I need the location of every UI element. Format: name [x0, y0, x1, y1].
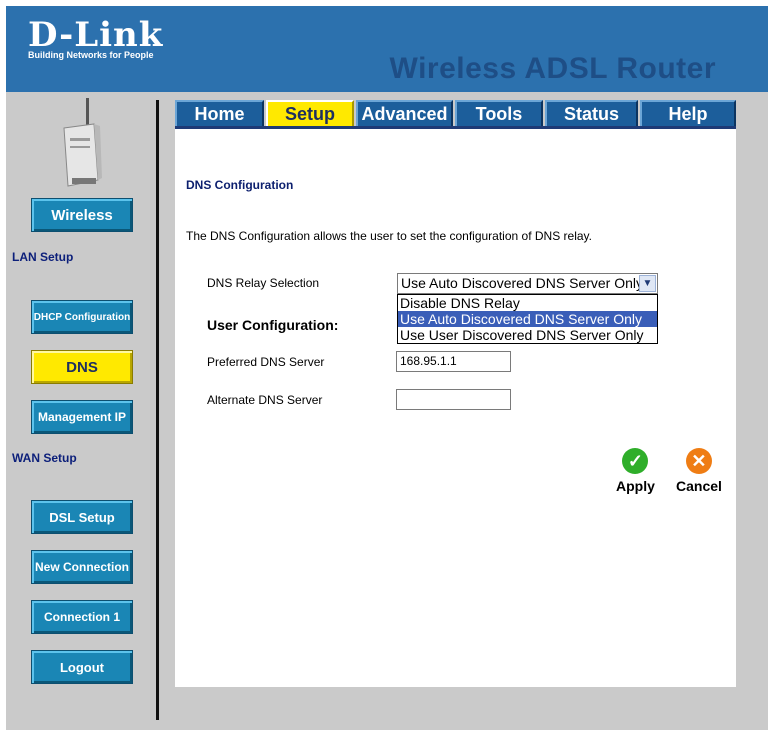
logo-tagline: Building Networks for People — [28, 50, 154, 60]
alternate-dns-label: Alternate DNS Server — [207, 393, 323, 407]
dns-relay-select[interactable]: Use Auto Discovered DNS Server Only ▼ — [397, 273, 658, 294]
sidebar-connection1-button[interactable]: Connection 1 — [31, 600, 133, 634]
sidebar-dns-button[interactable]: DNS — [31, 350, 133, 384]
lan-setup-label: LAN Setup — [12, 250, 74, 264]
dropdown-option-auto[interactable]: Use Auto Discovered DNS Server Only — [398, 311, 657, 327]
tab-setup[interactable]: Setup — [266, 100, 354, 126]
sidebar-wireless-button[interactable]: Wireless — [31, 198, 133, 232]
checkmark-icon: ✓ — [622, 448, 649, 474]
dlink-logo: D-Link Building Networks for People — [28, 18, 163, 61]
user-configuration-label: User Configuration: — [207, 317, 339, 333]
tab-help[interactable]: Help — [640, 100, 736, 126]
header-banner: D-Link Building Networks for People Wire… — [6, 6, 768, 98]
sidebar-logout-button[interactable]: Logout — [31, 650, 133, 684]
dropdown-option-user[interactable]: Use User Discovered DNS Server Only — [398, 327, 657, 343]
preferred-dns-input[interactable]: 168.95.1.1 — [396, 351, 511, 372]
top-tabs: Home Setup Advanced Tools Status Help — [175, 100, 736, 128]
logo-text: D-Link — [28, 15, 164, 55]
apply-label: Apply — [616, 478, 655, 494]
apply-button[interactable]: ✓ Apply — [616, 448, 655, 494]
chevron-down-icon[interactable]: ▼ — [639, 275, 656, 292]
tab-advanced[interactable]: Advanced — [356, 100, 453, 126]
tab-home[interactable]: Home — [175, 100, 264, 126]
dns-relay-label: DNS Relay Selection — [207, 276, 320, 290]
section-title: DNS Configuration — [186, 178, 294, 192]
dropdown-option-disable[interactable]: Disable DNS Relay — [398, 295, 657, 311]
product-title: Wireless ADSL Router — [389, 52, 716, 85]
sidebar-new-connection-button[interactable]: New Connection — [31, 550, 133, 584]
dns-relay-dropdown-list: Disable DNS Relay Use Auto Discovered DN… — [397, 294, 658, 344]
alternate-dns-input[interactable] — [396, 389, 511, 410]
sidebar-dsl-setup-button[interactable]: DSL Setup — [31, 500, 133, 534]
tab-status[interactable]: Status — [545, 100, 638, 126]
tab-tools[interactable]: Tools — [455, 100, 543, 126]
cancel-button[interactable]: ✕ Cancel — [676, 448, 722, 494]
wan-setup-label: WAN Setup — [12, 451, 77, 465]
dns-relay-selected-value: Use Auto Discovered DNS Server Only — [401, 275, 643, 291]
sidebar-management-ip-button[interactable]: Management IP — [31, 400, 133, 434]
section-description: The DNS Configuration allows the user to… — [186, 229, 592, 243]
sidebar-dhcp-button[interactable]: DHCP Configuration — [31, 300, 133, 334]
vertical-divider — [156, 100, 159, 720]
cancel-label: Cancel — [676, 478, 722, 494]
router-device-image — [63, 98, 102, 187]
preferred-dns-label: Preferred DNS Server — [207, 355, 325, 369]
x-icon: ✕ — [685, 448, 712, 474]
header-divider — [6, 92, 768, 98]
